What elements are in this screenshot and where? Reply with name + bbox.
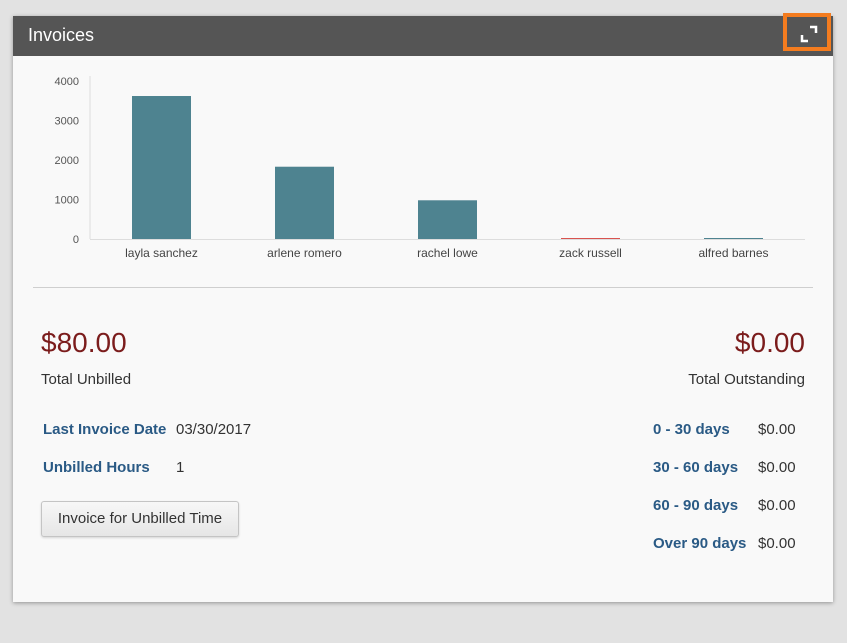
aging-label-60-90[interactable]: 60 - 90 days xyxy=(653,497,738,514)
aging-label-30-60[interactable]: 30 - 60 days xyxy=(653,459,738,476)
y-tick-label: 1000 xyxy=(55,195,79,207)
last-invoice-date-label[interactable]: Last Invoice Date xyxy=(43,421,166,438)
aging-value-over-90: $0.00 xyxy=(758,535,796,552)
x-tick-label: rachel lowe xyxy=(417,246,478,260)
divider xyxy=(33,287,813,288)
widget-header: Invoices xyxy=(13,13,833,56)
expand-button[interactable] xyxy=(783,13,831,51)
bar-layla-sanchez[interactable] xyxy=(132,96,191,239)
aging-label-0-30[interactable]: 0 - 30 days xyxy=(653,421,730,438)
bar-rachel-lowe[interactable] xyxy=(418,200,477,239)
total-outstanding-label: Total Outstanding xyxy=(688,371,805,388)
expand-icon xyxy=(800,25,818,43)
bar-chart: 0 1000 2000 3000 4000 layla sanchez arlene rom… xyxy=(55,76,805,260)
widget-title: Invoices xyxy=(28,25,95,45)
y-tick-label: 3000 xyxy=(55,116,79,128)
x-tick-label: zack russell xyxy=(559,246,622,260)
x-tick-label: layla sanchez xyxy=(125,246,198,260)
y-tick-label: 2000 xyxy=(55,155,79,167)
bar-zack-russell[interactable] xyxy=(561,238,620,239)
invoice-unbilled-time-button[interactable]: Invoice for Unbilled Time xyxy=(41,501,239,537)
total-unbilled-amount: $80.00 xyxy=(41,327,127,358)
bar-alfred-barnes[interactable] xyxy=(704,238,763,239)
total-outstanding-amount: $0.00 xyxy=(734,327,805,358)
total-unbilled-label: Total Unbilled xyxy=(41,371,132,388)
y-tick-label: 4000 xyxy=(55,76,79,88)
x-tick-label: arlene romero xyxy=(267,246,342,260)
invoices-widget: Invoices 0 1000 2000 3000 4000 layla sanchez a… xyxy=(13,13,833,602)
aging-label-over-90[interactable]: Over 90 days xyxy=(653,535,746,552)
invoice-chart: 0 1000 2000 3000 4000 layla sanchez arlene rom… xyxy=(13,56,833,286)
unbilled-hours-label[interactable]: Unbilled Hours xyxy=(43,459,150,476)
aging-value-60-90: $0.00 xyxy=(758,497,796,514)
aging-value-30-60: $0.00 xyxy=(758,459,796,476)
y-tick-label: 0 xyxy=(73,234,79,246)
last-invoice-date-value: 03/30/2017 xyxy=(176,421,252,438)
x-tick-label: alfred barnes xyxy=(698,246,768,260)
unbilled-hours-value: 1 xyxy=(176,459,185,476)
aging-value-0-30: $0.00 xyxy=(758,421,796,438)
bar-arlene-romero[interactable] xyxy=(275,166,334,239)
